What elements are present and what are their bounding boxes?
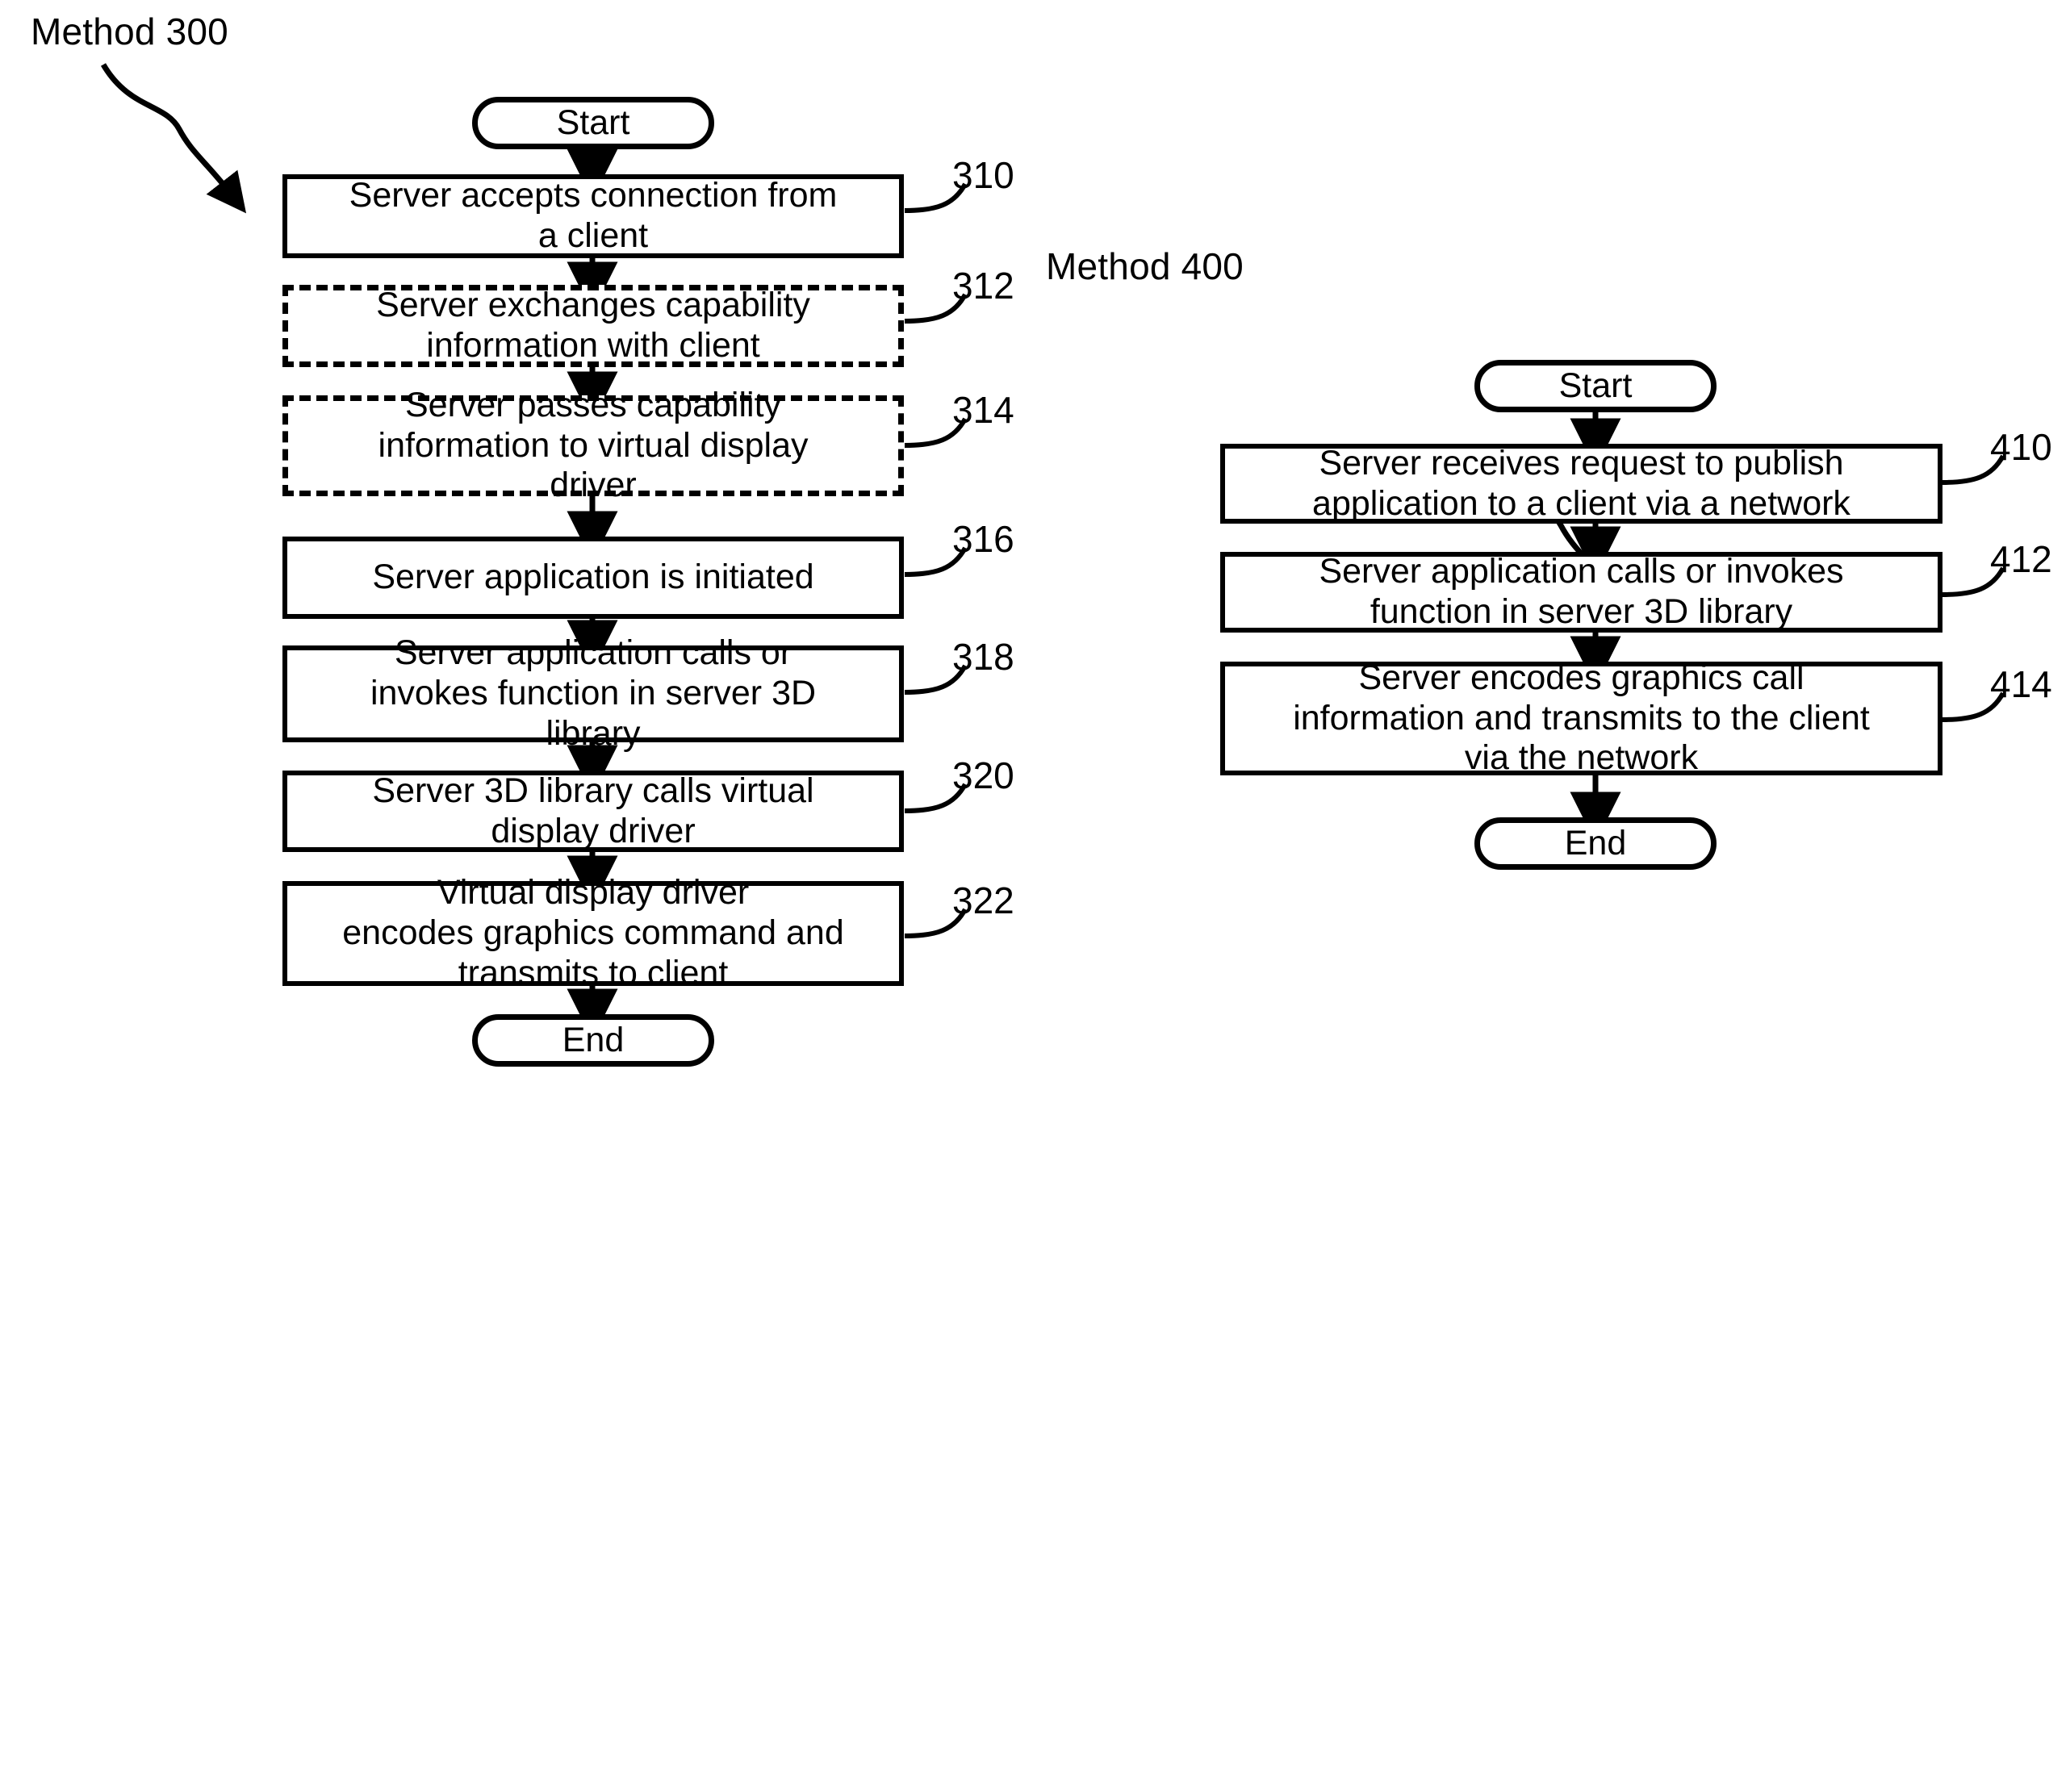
refnum-312: 312 bbox=[952, 265, 1014, 307]
node-412-label: Server application calls or invokes func… bbox=[1319, 552, 1844, 631]
node-end-400-label: End bbox=[1564, 823, 1627, 863]
node-320[interactable]: Server 3D library calls virtual display … bbox=[282, 771, 904, 852]
node-322-label: Virtual display driver encodes graphics … bbox=[342, 873, 844, 992]
node-end-300[interactable]: End bbox=[472, 1014, 714, 1067]
node-314[interactable]: Server passes capability information to … bbox=[282, 386, 904, 504]
node-start-300[interactable]: Start bbox=[472, 97, 714, 149]
node-318[interactable]: Server application calls or invokes func… bbox=[282, 633, 904, 753]
node-end-400[interactable]: End bbox=[1474, 817, 1717, 870]
refnum-412: 412 bbox=[1990, 538, 2052, 580]
node-310-label: Server accepts connection from a client bbox=[349, 176, 838, 255]
node-318-label: Server application calls or invokes func… bbox=[370, 633, 817, 753]
node-start-400-label: Start bbox=[1558, 366, 1633, 405]
node-start-400[interactable]: Start bbox=[1474, 360, 1717, 412]
node-312-label: Server exchanges capability information … bbox=[376, 286, 810, 365]
node-start-300-label: Start bbox=[556, 102, 630, 142]
method-300-pointer bbox=[100, 63, 247, 214]
node-412[interactable]: Server application calls or invokes func… bbox=[1220, 552, 1942, 633]
refnum-320: 320 bbox=[952, 754, 1014, 796]
refnum-414: 414 bbox=[1990, 663, 2052, 705]
node-316[interactable]: Server application is initiated bbox=[282, 537, 904, 619]
refnum-322: 322 bbox=[952, 879, 1014, 921]
node-end-300-label: End bbox=[562, 1020, 625, 1059]
node-410-label: Server receives request to publish appli… bbox=[1312, 443, 1850, 523]
refnum-318: 318 bbox=[952, 636, 1014, 678]
refnum-310: 310 bbox=[952, 154, 1014, 196]
node-320-label: Server 3D library calls virtual display … bbox=[372, 771, 814, 850]
node-316-label: Server application is initiated bbox=[372, 558, 814, 597]
node-410[interactable]: Server receives request to publish appli… bbox=[1220, 444, 1942, 524]
node-312[interactable]: Server exchanges capability information … bbox=[282, 285, 904, 367]
refnum-410: 410 bbox=[1990, 426, 2052, 468]
refnum-314: 314 bbox=[952, 389, 1014, 431]
node-314-label: Server passes capability information to … bbox=[378, 385, 809, 505]
figure-canvas: Method 300 Method 400 Start Server accep… bbox=[0, 0, 2070, 1792]
node-414-label: Server encodes graphics call information… bbox=[1293, 658, 1870, 778]
node-414[interactable]: Server encodes graphics call information… bbox=[1220, 658, 1942, 777]
node-322[interactable]: Virtual display driver encodes graphics … bbox=[282, 873, 904, 992]
method-400-caption: Method 400 bbox=[1046, 245, 1244, 287]
node-310[interactable]: Server accepts connection from a client bbox=[282, 174, 904, 258]
refnum-316: 316 bbox=[952, 518, 1014, 560]
method-300-caption: Method 300 bbox=[31, 10, 228, 52]
